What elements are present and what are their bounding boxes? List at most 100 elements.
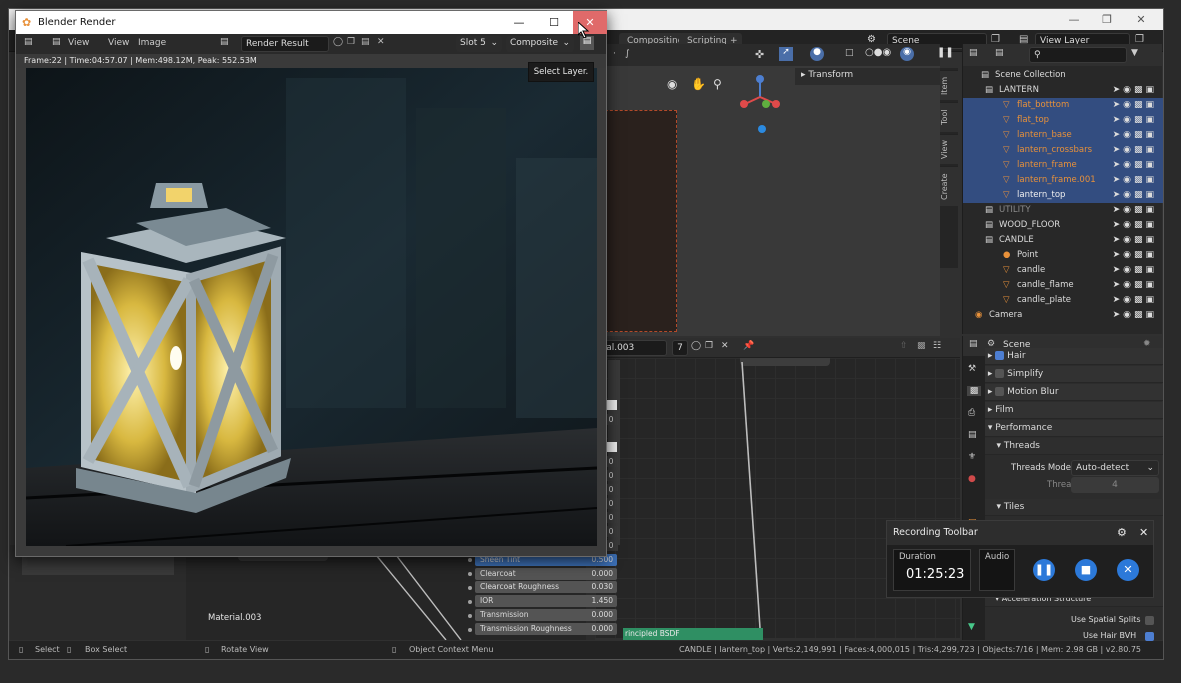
- sidebar-tab-view[interactable]: View: [940, 134, 958, 164]
- world-tab-icon[interactable]: ●: [968, 474, 976, 484]
- threads-mode-select[interactable]: Auto-detect ⌄: [1071, 460, 1159, 476]
- visibility-toggles[interactable]: ➤◉▩▣: [1113, 158, 1157, 173]
- pan-hand-icon[interactable]: ✋: [691, 77, 706, 91]
- pause-icon[interactable]: ❚❚: [937, 47, 954, 58]
- outliner-item[interactable]: ▽ lantern_frame.001 ➤◉▩▣: [963, 173, 1163, 188]
- subpanel-tiles[interactable]: ▾ Tiles: [985, 499, 1163, 516]
- render-minimize-button[interactable]: —: [509, 11, 529, 34]
- toolbar-close-icon[interactable]: ✕: [1139, 521, 1148, 545]
- zoom-icon[interactable]: ⚲: [713, 77, 722, 91]
- color-swatch-1[interactable]: [607, 400, 617, 410]
- tool-tab-icon[interactable]: ⚒: [968, 364, 976, 374]
- maximize-button[interactable]: ❐: [1092, 9, 1122, 30]
- outliner-item[interactable]: ▽ candle ➤◉▩▣: [963, 263, 1163, 278]
- outliner-item[interactable]: ▤ LANTERN ➤◉▩▣: [963, 83, 1163, 98]
- curve-icon[interactable]: ∫: [625, 49, 630, 59]
- camera-view-icon[interactable]: ◉: [667, 77, 677, 91]
- output-tab-icon[interactable]: ⎙: [968, 408, 975, 418]
- panel-hair[interactable]: ▸ Hair: [985, 348, 1163, 365]
- motion-blur-checkbox[interactable]: [995, 387, 1005, 396]
- unlink-icon[interactable]: ✕: [377, 37, 385, 47]
- audio-box[interactable]: Audio: [979, 549, 1015, 591]
- view-layer-tab-icon[interactable]: ▤: [968, 430, 977, 440]
- image-browse-icon[interactable]: ▤: [220, 37, 229, 47]
- outliner-item[interactable]: ▽ lantern_crossbars ➤◉▩▣: [963, 143, 1163, 158]
- open-folder-icon[interactable]: ▤: [361, 37, 370, 47]
- visibility-toggles[interactable]: ➤◉▩▣: [1113, 83, 1157, 98]
- render-tab-icon[interactable]: ▩: [967, 386, 981, 396]
- settings-gear-icon[interactable]: ⚙: [1117, 521, 1127, 545]
- outliner-item[interactable]: ▽ flat_botttom ➤◉▩▣: [963, 98, 1163, 113]
- display-mode-icon[interactable]: ▤: [995, 48, 1004, 58]
- sidebar-tab-tool[interactable]: Tool: [940, 102, 958, 132]
- view-mode-dropdown[interactable]: View: [68, 38, 89, 48]
- outliner-search-input[interactable]: ⚲: [1029, 47, 1127, 63]
- render-result-field[interactable]: Render Result: [241, 36, 329, 52]
- stop-recording-button[interactable]: ■: [1075, 559, 1097, 581]
- layer-select-icon[interactable]: ▤: [580, 36, 594, 50]
- rendered-shading-icon[interactable]: ◉: [900, 47, 914, 61]
- pass-dropdown[interactable]: Composite ⌄: [506, 36, 574, 52]
- render-maximize-button[interactable]: ☐: [544, 11, 564, 34]
- pause-recording-button[interactable]: ❚❚: [1033, 559, 1055, 581]
- minimize-button[interactable]: —: [1059, 9, 1089, 30]
- outliner-item[interactable]: ● Point ➤◉▩▣: [963, 248, 1163, 263]
- prop-clearcoat-roughness[interactable]: Clearcoat Roughness 0.030: [475, 581, 617, 593]
- overlay-toggle-icon[interactable]: ➚: [779, 47, 793, 61]
- outliner-item[interactable]: ▤ CANDLE ➤◉▩▣: [963, 233, 1163, 248]
- xray-icon[interactable]: ●: [810, 47, 824, 61]
- panel-performance[interactable]: ▾ Performance: [985, 420, 1163, 437]
- menu-view[interactable]: View: [108, 38, 129, 48]
- principled-bsdf-node[interactable]: rincipled BSDF: [623, 628, 763, 640]
- mode-icon[interactable]: ⋅: [613, 49, 616, 59]
- outliner-item[interactable]: ◉ Camera ➤◉▩▣: [963, 308, 1163, 323]
- image-mode-icon[interactable]: ▤: [52, 37, 61, 47]
- outliner-item[interactable]: ▽ flat_top ➤◉▩▣: [963, 113, 1163, 128]
- visibility-toggles[interactable]: ➤◉▩▣: [1113, 98, 1157, 113]
- prop-ior[interactable]: IOR 1.450: [475, 595, 617, 607]
- panel-motion-blur[interactable]: ▸ Motion Blur: [985, 384, 1163, 401]
- cancel-recording-button[interactable]: ✕: [1117, 559, 1139, 581]
- editor-type-icon[interactable]: ▤: [24, 37, 33, 47]
- visibility-toggles[interactable]: ➤◉▩▣: [1113, 308, 1157, 323]
- outliner-item[interactable]: ▽ candle_plate ➤◉▩▣: [963, 293, 1163, 308]
- recording-toolbar-header[interactable]: Recording Toolbar ⚙ ✕: [887, 521, 1153, 545]
- visibility-toggles[interactable]: ➤◉▩▣: [1113, 293, 1157, 308]
- visibility-toggles[interactable]: ➤◉▩▣: [1113, 188, 1157, 203]
- new-image-icon[interactable]: ❐: [347, 37, 355, 47]
- outliner-item[interactable]: ▽ lantern_frame ➤◉▩▣: [963, 158, 1163, 173]
- prop-clearcoat[interactable]: Clearcoat 0.000: [475, 568, 617, 580]
- editor-type-icon[interactable]: ▤: [969, 48, 978, 58]
- visibility-toggles[interactable]: ➤◉▩▣: [1113, 143, 1157, 158]
- fake-user-icon[interactable]: ◯: [333, 37, 343, 47]
- visibility-toggles[interactable]: ➤◉▩▣: [1113, 173, 1157, 188]
- outliner-item[interactable]: ▤ WOOD_FLOOR ➤◉▩▣: [963, 218, 1163, 233]
- outliner-item[interactable]: ▽ lantern_top ➤◉▩▣: [963, 188, 1163, 203]
- shading-modes-icon[interactable]: ○●◉: [865, 47, 891, 58]
- visibility-toggles[interactable]: ➤◉▩▣: [1113, 203, 1157, 218]
- outliner-item[interactable]: ▽ lantern_base ➤◉▩▣: [963, 128, 1163, 143]
- close-button[interactable]: ✕: [1126, 9, 1156, 30]
- hair-checkbox[interactable]: [995, 351, 1005, 360]
- editor-type-icon[interactable]: ▤: [969, 339, 978, 349]
- navigation-gizmo[interactable]: [735, 72, 785, 131]
- render-image[interactable]: [26, 68, 597, 546]
- visibility-toggles[interactable]: ➤◉▩▣: [1113, 128, 1157, 143]
- panel-film[interactable]: ▸ Film: [985, 402, 1163, 419]
- visibility-toggles[interactable]: ➤◉▩▣: [1113, 218, 1157, 233]
- transform-panel[interactable]: ▸ Transform: [795, 68, 940, 85]
- threads-value-field[interactable]: 4: [1071, 477, 1159, 493]
- prop-transmission[interactable]: Transmission 0.000: [475, 609, 617, 621]
- subpanel-threads[interactable]: ▾ Threads: [985, 438, 1163, 455]
- hair-bvh-checkbox[interactable]: [1145, 632, 1154, 641]
- wire-icon[interactable]: □: [845, 48, 854, 58]
- outliner-item[interactable]: ▤ UTILITY ➤◉▩▣: [963, 203, 1163, 218]
- gizmo-icon[interactable]: ✜: [755, 48, 764, 61]
- spatial-splits-checkbox[interactable]: [1145, 616, 1154, 625]
- color-swatch-2[interactable]: [607, 442, 617, 452]
- mesh-data-tab-icon[interactable]: ▼: [968, 622, 975, 632]
- sidebar-tab-create[interactable]: Create: [940, 166, 958, 206]
- sidebar-tab-item[interactable]: Item: [940, 70, 958, 100]
- panel-simplify[interactable]: ▸ Simplify: [985, 366, 1163, 383]
- render-window-titlebar[interactable]: ✿ Blender Render — ☐ ✕: [16, 11, 607, 34]
